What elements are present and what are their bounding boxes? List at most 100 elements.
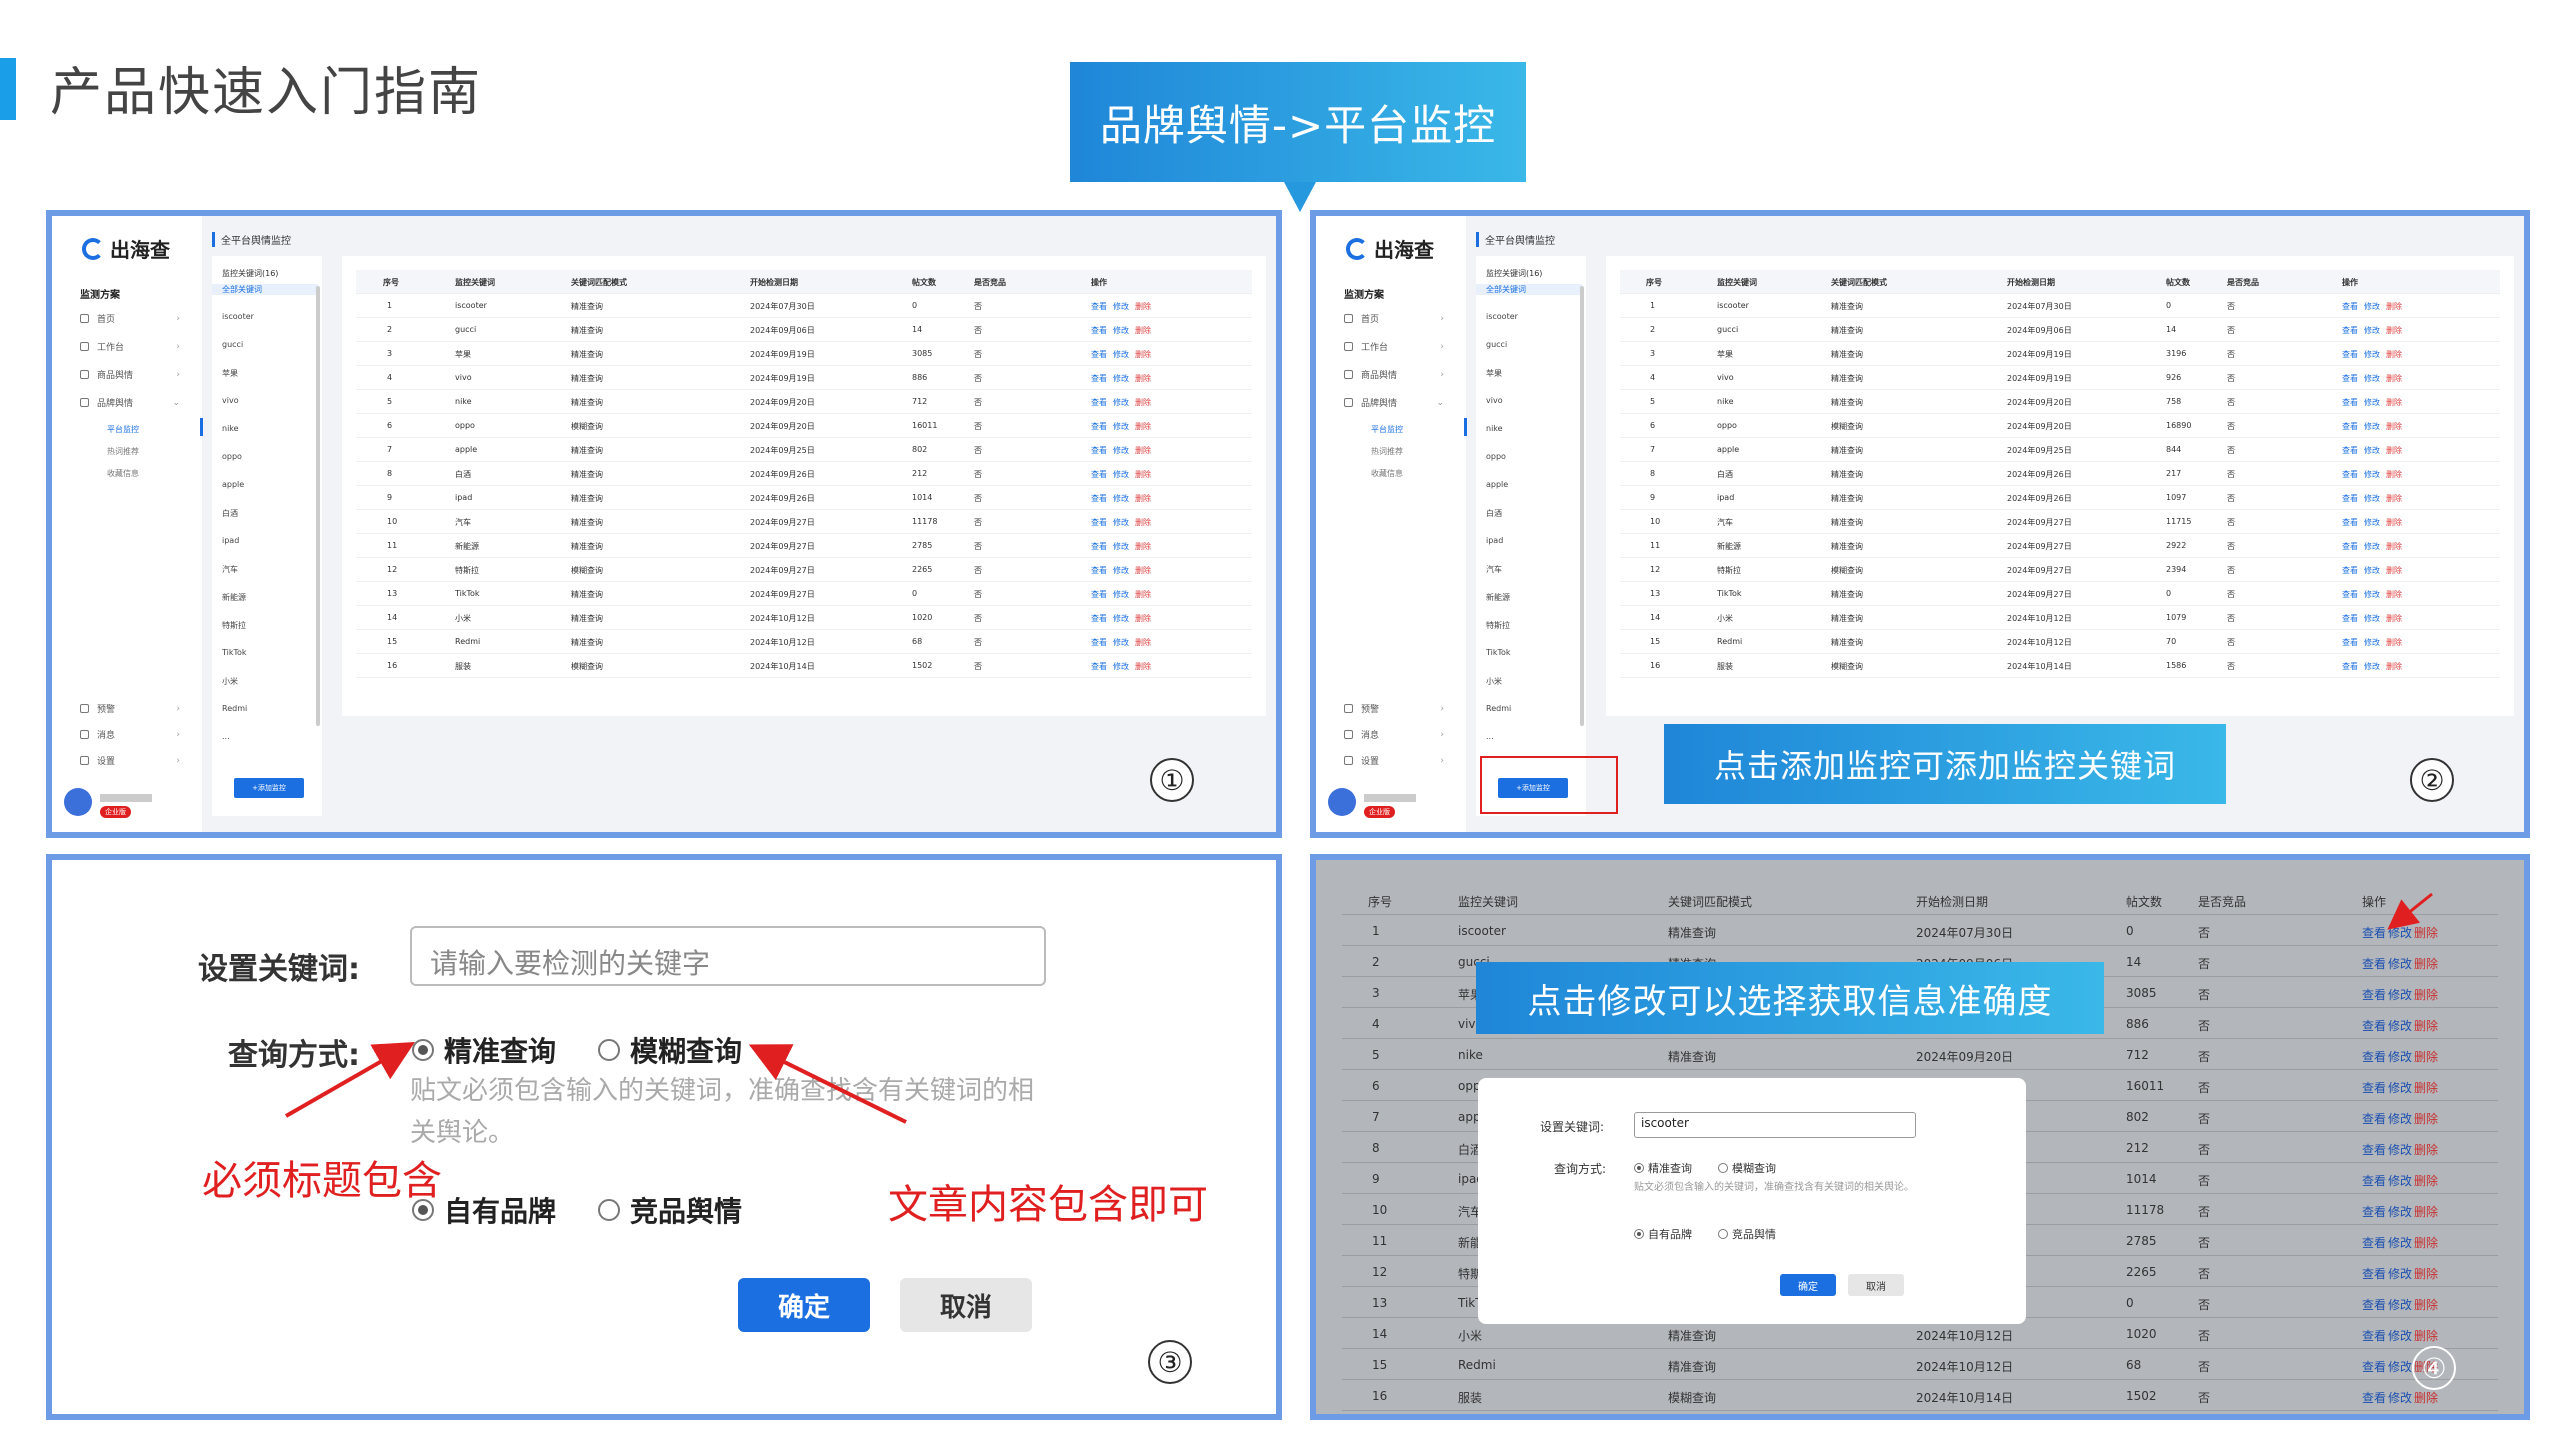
view-link[interactable]: 查看 — [2342, 589, 2358, 600]
sidebar-item[interactable]: 品牌舆情 ⌄ — [80, 396, 180, 409]
delete-link[interactable]: 删除 — [2386, 349, 2402, 360]
view-link[interactable]: 查看 — [1091, 613, 1107, 624]
keyword-item[interactable]: gucci — [1486, 340, 1507, 349]
view-link[interactable]: 查看 — [1091, 589, 1107, 600]
keyword-item[interactable]: 汽车 — [1486, 564, 1502, 575]
edit-link[interactable]: 修改 — [1113, 445, 1129, 456]
delete-link[interactable]: 删除 — [2386, 541, 2402, 552]
keyword-item[interactable]: 苹果 — [1486, 368, 1502, 379]
view-link[interactable]: 查看 — [2342, 493, 2358, 504]
edit-link[interactable]: 修改 — [2364, 541, 2380, 552]
view-link[interactable]: 查看 — [2342, 637, 2358, 648]
keyword-item[interactable]: 特斯拉 — [1486, 620, 1510, 631]
view-link[interactable]: 查看 — [2342, 661, 2358, 672]
keyword-item[interactable]: iscooter — [222, 312, 254, 321]
delete-link[interactable]: 删除 — [1135, 469, 1151, 480]
delete-link[interactable]: 删除 — [2386, 421, 2402, 432]
keyword-item[interactable]: Redmi — [222, 704, 247, 713]
edit-link[interactable]: 修改 — [2364, 565, 2380, 576]
keyword-item[interactable]: 小米 — [222, 676, 238, 687]
view-link[interactable]: 查看 — [1091, 325, 1107, 336]
keyword-item[interactable]: 新能源 — [222, 592, 246, 603]
app-logo[interactable]: 出海查 — [1346, 234, 1434, 263]
edit-link[interactable]: 修改 — [2364, 493, 2380, 504]
edit-link[interactable]: 修改 — [1113, 517, 1129, 528]
delete-link[interactable]: 删除 — [2386, 589, 2402, 600]
edit-link[interactable]: 修改 — [2364, 517, 2380, 528]
delete-link[interactable]: 删除 — [1135, 637, 1151, 648]
keyword-item[interactable]: nike — [222, 424, 239, 433]
view-link[interactable]: 查看 — [1091, 637, 1107, 648]
delete-link[interactable]: 删除 — [1135, 613, 1151, 624]
keyword-item[interactable]: 汽车 — [222, 564, 238, 575]
delete-link[interactable]: 删除 — [1135, 541, 1151, 552]
keyword-item[interactable]: TikTok — [222, 648, 247, 657]
keyword-item[interactable]: vivo — [1486, 396, 1503, 405]
edit-link[interactable]: 修改 — [1113, 373, 1129, 384]
edit-link[interactable]: 修改 — [1113, 541, 1129, 552]
keyword-item[interactable]: apple — [1486, 480, 1508, 489]
sidebar-item[interactable]: 消息 › — [1344, 728, 1444, 741]
edit-link[interactable]: 修改 — [1113, 301, 1129, 312]
edit-link[interactable]: 修改 — [2364, 589, 2380, 600]
view-link[interactable]: 查看 — [2342, 565, 2358, 576]
sidebar-subitem[interactable]: 平台监控 — [1371, 424, 1403, 435]
sidebar-subitem[interactable]: 热词推荐 — [1371, 446, 1403, 457]
edit-link[interactable]: 修改 — [2364, 301, 2380, 312]
delete-link[interactable]: 删除 — [1135, 325, 1151, 336]
delete-link[interactable]: 删除 — [2386, 517, 2402, 528]
delete-link[interactable]: 删除 — [1135, 517, 1151, 528]
view-link[interactable]: 查看 — [1091, 373, 1107, 384]
edit-link[interactable]: 修改 — [2364, 613, 2380, 624]
sidebar-item[interactable]: 设置 › — [80, 754, 180, 767]
keyword-item[interactable]: 苹果 — [222, 368, 238, 379]
edit-link[interactable]: 修改 — [2364, 325, 2380, 336]
view-link[interactable]: 查看 — [1091, 517, 1107, 528]
delete-link[interactable]: 删除 — [1135, 301, 1151, 312]
view-link[interactable]: 查看 — [2342, 325, 2358, 336]
sidebar-item[interactable]: 首页 › — [1344, 312, 1444, 325]
view-link[interactable]: 查看 — [1091, 349, 1107, 360]
edit-link[interactable]: 修改 — [1113, 493, 1129, 504]
edit-link[interactable]: 修改 — [1113, 637, 1129, 648]
sidebar-item[interactable]: 消息 › — [80, 728, 180, 741]
add-monitor-button[interactable]: +添加监控 — [234, 778, 304, 798]
delete-link[interactable]: 删除 — [1135, 565, 1151, 576]
keyword-item[interactable]: 全部关键词 — [212, 284, 318, 295]
sidebar-item[interactable]: 工作台 › — [1344, 340, 1444, 353]
keyword-item[interactable]: TikTok — [1486, 648, 1511, 657]
delete-link[interactable]: 删除 — [2386, 469, 2402, 480]
keyword-item[interactable]: apple — [222, 480, 244, 489]
sidebar-item[interactable]: 预警 › — [1344, 702, 1444, 715]
delete-link[interactable]: 删除 — [2386, 397, 2402, 408]
sidebar-subitem[interactable]: 收藏信息 — [1371, 468, 1403, 479]
sidebar-item[interactable]: 首页 › — [80, 312, 180, 325]
view-link[interactable]: 查看 — [2342, 397, 2358, 408]
sidebar-item[interactable]: 商品舆情 › — [80, 368, 180, 381]
edit-link[interactable]: 修改 — [2364, 397, 2380, 408]
view-link[interactable]: 查看 — [1091, 301, 1107, 312]
delete-link[interactable]: 删除 — [1135, 421, 1151, 432]
keyword-item[interactable]: 特斯拉 — [222, 620, 246, 631]
view-link[interactable]: 查看 — [2342, 373, 2358, 384]
edit-link[interactable]: 修改 — [1113, 661, 1129, 672]
delete-link[interactable]: 删除 — [2386, 325, 2402, 336]
delete-link[interactable]: 删除 — [1135, 445, 1151, 456]
delete-link[interactable]: 删除 — [2386, 613, 2402, 624]
edit-link[interactable]: 修改 — [1113, 613, 1129, 624]
delete-link[interactable]: 删除 — [1135, 349, 1151, 360]
view-link[interactable]: 查看 — [2342, 301, 2358, 312]
keyword-item[interactable]: 新能源 — [1486, 592, 1510, 603]
delete-link[interactable]: 删除 — [2386, 637, 2402, 648]
delete-link[interactable]: 删除 — [2386, 445, 2402, 456]
edit-link[interactable]: 修改 — [1113, 421, 1129, 432]
edit-link[interactable]: 修改 — [1113, 469, 1129, 480]
app-logo[interactable]: 出海查 — [82, 234, 170, 263]
edit-link[interactable]: 修改 — [2364, 421, 2380, 432]
edit-link[interactable]: 修改 — [1113, 349, 1129, 360]
avatar[interactable] — [1328, 788, 1356, 816]
view-link[interactable]: 查看 — [1091, 541, 1107, 552]
sidebar-item[interactable]: 设置 › — [1344, 754, 1444, 767]
view-link[interactable]: 查看 — [1091, 565, 1107, 576]
keyword-item[interactable]: oppo — [1486, 452, 1506, 461]
